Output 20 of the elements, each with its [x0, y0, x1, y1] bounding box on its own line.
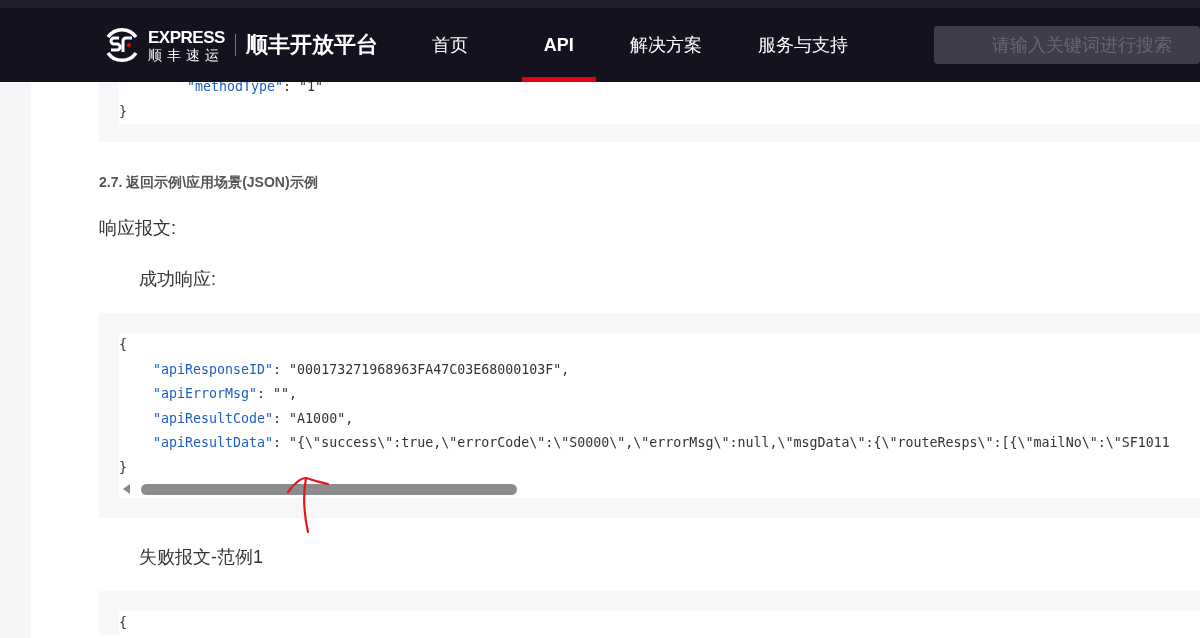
code-line: { — [119, 336, 127, 354]
code-line: } — [119, 458, 127, 477]
section-heading: 2.7. 返回示例\应用场景(JSON)示例 — [99, 174, 319, 192]
code-line: } — [119, 102, 127, 121]
scroll-left-icon — [123, 484, 130, 494]
nav-tab[interactable]: 服务与支持 — [735, 8, 870, 82]
paragraph-label: 失败报文-范例1 — [139, 546, 264, 569]
scrollbar-thumb[interactable] — [141, 483, 517, 495]
code-line: "apiErrorMsg": "", — [153, 385, 298, 403]
nav-tab[interactable]: 解决方案 — [607, 8, 724, 82]
paragraph-label: 成功响应: — [139, 268, 217, 291]
nav-tab[interactable]: 首页 — [431, 8, 468, 82]
logo-wordmark: EXPRESS — [148, 28, 225, 46]
code-line: "apiResultData": "{\"success\":true,\"errorCode\":\"S0000\",\"errorMsg\":null,\"msgData\":{\"routeResps\":[{\"mailNo\":\"SF1011 — [153, 434, 1170, 452]
code-line: "apiResponseID": "000173271968963FA47C03E68000103F", — [153, 360, 570, 379]
logo-brand: 顺丰速运 — [148, 47, 225, 62]
platform-title: 顺丰开放平台 — [245, 31, 378, 59]
code-line: "apiResultCode": "A1000", — [153, 409, 354, 428]
code-line: { — [119, 614, 127, 632]
paragraph-label: 响应报文: — [99, 217, 177, 240]
